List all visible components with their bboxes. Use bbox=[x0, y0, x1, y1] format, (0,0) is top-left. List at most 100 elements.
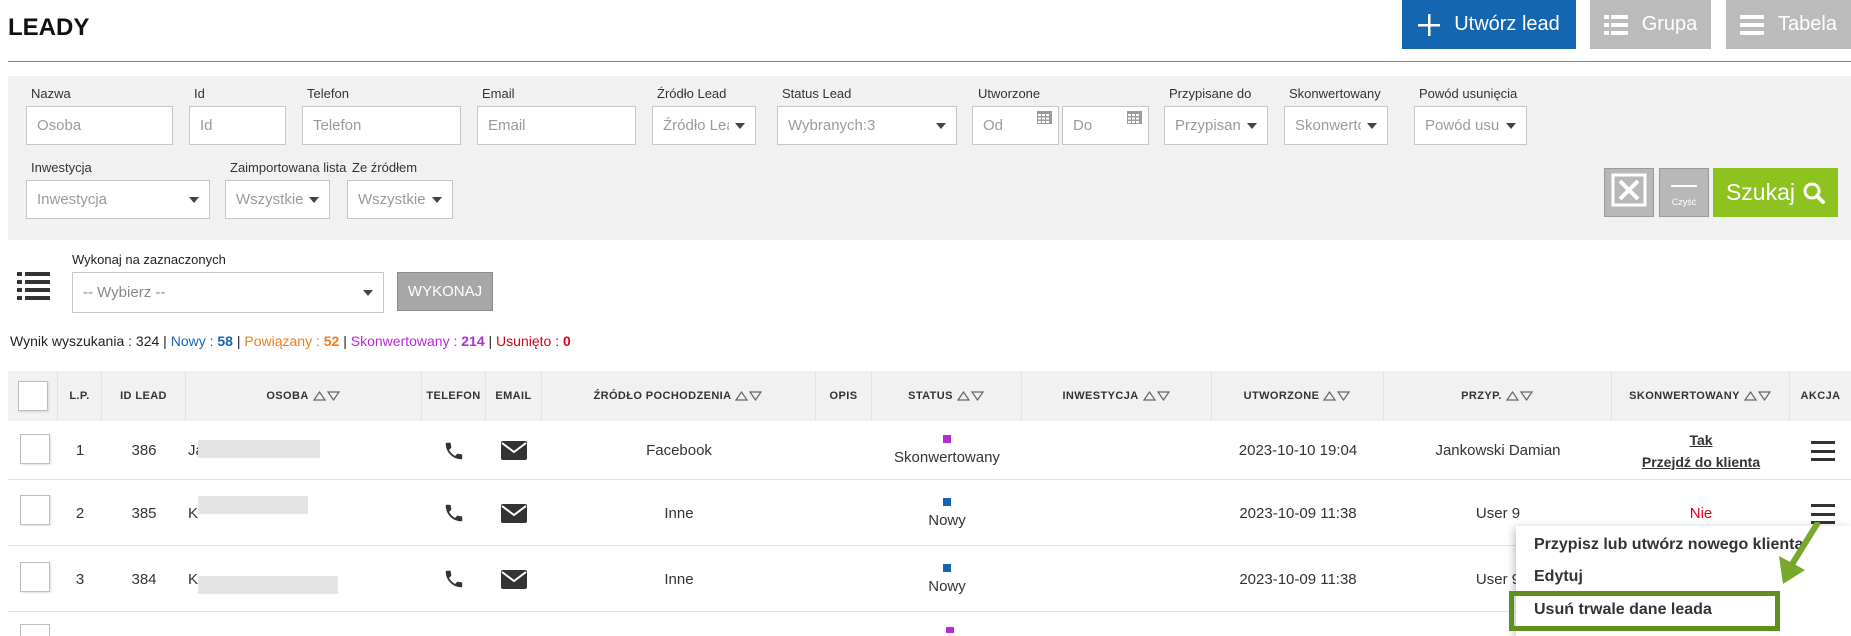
chevron-down-icon bbox=[1506, 122, 1516, 129]
filter-email-input[interactable]: Email bbox=[477, 106, 636, 145]
header-person[interactable]: OSOBA bbox=[186, 371, 422, 421]
filter-with-source-label: Ze źródłem bbox=[352, 160, 418, 175]
summary-converted[interactable]: 214 bbox=[461, 333, 484, 349]
bulk-action-select[interactable]: -- Wybierz -- bbox=[72, 272, 384, 313]
execute-button[interactable]: WYKONAJ bbox=[397, 272, 493, 311]
header-investment[interactable]: INWESTYCJA bbox=[1022, 371, 1212, 421]
sort-icon[interactable] bbox=[312, 391, 341, 401]
header-converted[interactable]: SKONWERTOWANY bbox=[1612, 371, 1790, 421]
table-view-button[interactable]: Tabela bbox=[1726, 0, 1851, 49]
header-select-all bbox=[8, 371, 58, 421]
filter-status-select[interactable]: Wybranych:3 bbox=[777, 106, 957, 145]
redacted-name bbox=[198, 440, 320, 458]
summary-linked-label[interactable]: Powiązany : bbox=[244, 333, 319, 349]
clear-label: Czyść bbox=[1671, 196, 1697, 207]
filter-created-from[interactable]: Od bbox=[972, 106, 1059, 145]
summary-new-label[interactable]: Nowy : bbox=[171, 333, 214, 349]
filter-phone-input[interactable]: Telefon bbox=[302, 106, 461, 145]
header-created[interactable]: UTWORZONE bbox=[1212, 371, 1384, 421]
summary-deleted[interactable]: 0 bbox=[563, 333, 571, 349]
filter-reason-select[interactable]: Powód usunięcia bbox=[1414, 106, 1527, 145]
email-icon[interactable] bbox=[486, 421, 542, 480]
filter-reason-label: Powód usunięcia bbox=[1419, 86, 1518, 101]
summary-new[interactable]: 58 bbox=[217, 333, 233, 349]
header-status[interactable]: STATUS bbox=[872, 371, 1022, 421]
filter-created-to[interactable]: Do bbox=[1062, 106, 1149, 145]
row-checkbox[interactable] bbox=[20, 434, 50, 464]
row-status: Skonwertowany bbox=[872, 421, 1022, 480]
menu-item-assign-client[interactable]: Przypisz lub utwórz nowego klienta bbox=[1534, 536, 1803, 554]
bulk-action-placeholder: -- Wybierz -- bbox=[83, 284, 166, 301]
row-status: Nowy bbox=[872, 546, 1022, 612]
filter-list-value: Wszystkie bbox=[236, 191, 303, 208]
row-checkbox[interactable] bbox=[20, 495, 50, 525]
row-action-menu-icon[interactable] bbox=[1811, 504, 1835, 524]
status-indicator bbox=[943, 497, 951, 506]
row-person-initial: K bbox=[188, 504, 199, 522]
header-assigned[interactable]: PRZYP. bbox=[1384, 371, 1612, 421]
filter-assigned-select[interactable]: Przypisane bbox=[1164, 106, 1268, 145]
summary-deleted-label[interactable]: Usunięto : bbox=[496, 333, 559, 349]
create-lead-button[interactable]: Utwórz lead bbox=[1402, 0, 1576, 49]
summary-separator: | bbox=[488, 333, 493, 349]
filter-with-source-value: Wszystkie bbox=[358, 191, 426, 208]
header-created-label: UTWORZONE bbox=[1243, 390, 1320, 402]
row-status-label: Nowy bbox=[928, 511, 966, 529]
summary-linked[interactable]: 52 bbox=[324, 333, 340, 349]
filter-id-input[interactable]: Id bbox=[189, 106, 286, 145]
filter-investment-select[interactable]: Inwestycja bbox=[26, 180, 210, 219]
email-icon[interactable] bbox=[486, 480, 542, 546]
phone-icon[interactable] bbox=[422, 546, 486, 612]
summary-total: 324 bbox=[135, 333, 160, 349]
header-investment-label: INWESTYCJA bbox=[1062, 390, 1139, 402]
search-button[interactable]: Szukaj bbox=[1713, 168, 1838, 217]
filter-converted-select[interactable]: Skonwertowany bbox=[1284, 106, 1388, 145]
search-label: Szukaj bbox=[1725, 179, 1796, 205]
filter-converted-value: Skonwertowany bbox=[1295, 117, 1361, 134]
filter-created-label: Utworzone bbox=[978, 86, 1041, 101]
filter-panel: Nazwa Osoba Id Id Telefon Telefon Email … bbox=[8, 76, 1851, 240]
sort-icon[interactable] bbox=[1142, 391, 1171, 401]
sort-icon[interactable] bbox=[1505, 391, 1534, 401]
sort-icon[interactable] bbox=[956, 391, 985, 401]
phone-icon[interactable] bbox=[422, 421, 486, 480]
row-lp: 1 bbox=[75, 442, 85, 459]
sort-icon[interactable] bbox=[735, 391, 763, 401]
row-status-label: Nowy bbox=[928, 577, 966, 595]
header-converted-label: SKONWERTOWANY bbox=[1629, 390, 1740, 402]
filter-name-input[interactable]: Osoba bbox=[26, 106, 173, 145]
go-to-client-link[interactable]: Przejdź do klienta bbox=[1642, 451, 1760, 473]
filter-status-label: Status Lead bbox=[782, 86, 852, 101]
table-header: L.P. ID LEAD OSOBA TELEFON EMAIL ŹRÓDŁO … bbox=[8, 371, 1851, 421]
select-all-checkbox[interactable] bbox=[18, 381, 48, 411]
filter-source-select[interactable]: Źródło Lead bbox=[652, 106, 756, 145]
filter-created-from-placeholder: Od bbox=[983, 117, 1004, 134]
email-icon[interactable] bbox=[486, 546, 542, 612]
title-divider bbox=[8, 61, 1851, 62]
header-source[interactable]: ŹRÓDŁO POCHODZENIA bbox=[542, 371, 816, 421]
header-person-label: OSOBA bbox=[266, 390, 309, 402]
group-view-button[interactable]: Grupa bbox=[1590, 0, 1711, 49]
row-lp: 3 bbox=[75, 570, 85, 588]
phone-icon[interactable] bbox=[422, 480, 486, 546]
row-checkbox[interactable] bbox=[20, 624, 50, 636]
row-checkbox[interactable] bbox=[20, 562, 50, 592]
summary-converted-label[interactable]: Skonwertowany : bbox=[351, 333, 458, 349]
filter-list-select[interactable]: Wszystkie bbox=[225, 180, 330, 219]
row-action-menu-icon[interactable] bbox=[1811, 441, 1835, 461]
sort-icon[interactable] bbox=[1743, 391, 1772, 401]
filter-created-to-placeholder: Do bbox=[1073, 117, 1093, 134]
filter-with-source-select[interactable]: Wszystkie bbox=[347, 180, 453, 219]
calendar-icon[interactable] bbox=[1127, 111, 1142, 128]
converted-yes-link[interactable]: Tak bbox=[1689, 429, 1712, 451]
sort-icon[interactable] bbox=[1323, 391, 1351, 401]
header-status-label: STATUS bbox=[908, 390, 953, 402]
table-icon bbox=[1740, 14, 1765, 35]
row-id: 385 bbox=[131, 504, 157, 522]
reset-filters-button[interactable] bbox=[1604, 168, 1654, 217]
chevron-down-icon bbox=[309, 196, 319, 203]
redacted-name bbox=[198, 576, 338, 594]
menu-item-edit[interactable]: Edytuj bbox=[1534, 568, 1583, 586]
calendar-icon[interactable] bbox=[1037, 111, 1052, 128]
clear-button[interactable]: Czyść bbox=[1659, 168, 1709, 217]
